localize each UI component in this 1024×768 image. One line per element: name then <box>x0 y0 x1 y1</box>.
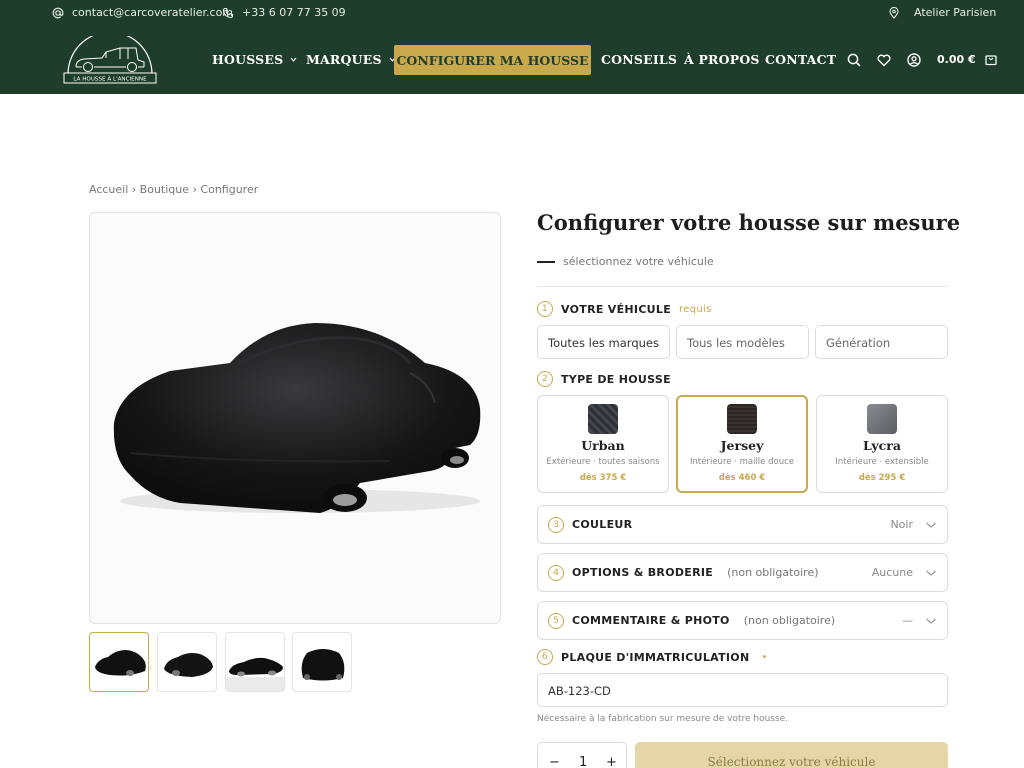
nav-housses[interactable]: HOUSSES <box>212 52 298 67</box>
decrease-button[interactable]: − <box>549 755 560 768</box>
car-thumbnail-image <box>226 657 284 691</box>
plate-hint: Nécessaire à la fabrication sur mesure d… <box>537 714 789 724</box>
selected-value: Noir <box>890 518 913 531</box>
cover-type-desc: Intérieure · maille douce <box>690 457 794 467</box>
nav-marques[interactable]: MARQUES <box>306 52 397 67</box>
cover-type-desc: Intérieure · extensible <box>835 457 929 467</box>
phone-text: +33 6 07 77 35 09 <box>242 6 346 19</box>
cover-type-jersey[interactable]: Jersey Intérieure · maille douce dès 460… <box>676 395 808 493</box>
step-number: 2 <box>537 371 553 387</box>
thumbnail-1[interactable] <box>89 632 149 692</box>
nav-contact[interactable]: CONTACT <box>765 52 836 67</box>
license-plate-input[interactable]: AB-123-CD <box>537 673 948 707</box>
cover-type-lycra[interactable]: Lycra Intérieure · extensible dès 295 € <box>816 395 948 493</box>
model-select[interactable]: Tous les modèles <box>676 325 809 359</box>
nav-apropos[interactable]: À PROPOS <box>684 52 760 67</box>
nav-marques-label: MARQUES <box>306 52 382 67</box>
user-icon[interactable] <box>906 52 922 68</box>
step-plate-heading: 6 PLAQUE D'IMMATRICULATION • <box>537 649 768 665</box>
cover-type-price: dès 295 € <box>858 473 906 483</box>
brand-select[interactable]: Toutes les marques <box>537 325 670 359</box>
location-text: Atelier Parisien <box>914 6 997 19</box>
thumbnail-2[interactable] <box>157 632 217 692</box>
color-accordion[interactable]: 3 COULEUR Noir <box>537 505 948 544</box>
increase-button[interactable]: + <box>606 755 617 768</box>
location[interactable]: Atelier Parisien <box>888 6 996 19</box>
shopping-bag-icon <box>984 55 997 66</box>
subtitle: sélectionnez votre véhicule <box>537 255 714 268</box>
search-icon[interactable] <box>846 52 862 68</box>
step-label: TYPE DE HOUSSE <box>561 372 671 386</box>
car-thumbnail-image <box>95 650 146 676</box>
quantity-value[interactable]: 1 <box>579 755 587 768</box>
add-to-cart-button[interactable]: Sélectionnez votre véhicule <box>635 742 948 768</box>
breadcrumb[interactable]: Accueil › Boutique › Configurer <box>89 183 258 196</box>
configure-cover-button[interactable]: CONFIGURER MA HOUSSE <box>394 45 591 75</box>
lycra-swatch <box>867 404 897 434</box>
chevron-down-icon <box>290 57 297 62</box>
logo-text: LA HOUSSE À L'ANCIENNE <box>73 76 147 83</box>
step-label: COULEUR <box>572 518 633 531</box>
subtitle-text: sélectionnez votre véhicule <box>563 255 714 268</box>
step-label: PLAQUE D'IMMATRICULATION <box>561 650 750 664</box>
cart[interactable]: 0.00 € <box>937 52 998 66</box>
car-thumbnail-image <box>164 653 213 677</box>
quantity-stepper: − 1 + <box>537 742 627 768</box>
step-vehicle-heading: 1 VOTRE VÉHICULE requis <box>537 301 712 317</box>
jersey-swatch <box>727 404 757 434</box>
divider <box>537 286 948 287</box>
cover-type-desc: Extérieure · toutes saisons <box>546 457 660 467</box>
required-label: requis <box>679 303 712 315</box>
thumbnail-4[interactable] <box>292 632 352 692</box>
step-type-heading: 2 TYPE DE HOUSSE <box>537 371 671 387</box>
page-title: Configurer votre housse sur mesure <box>537 210 961 235</box>
map-pin-icon <box>889 6 899 19</box>
cover-type-name: Lycra <box>863 438 901 453</box>
step-label: OPTIONS & BRODERIE <box>572 566 714 579</box>
required-mark: • <box>761 651 768 663</box>
chevron-down-icon <box>926 570 936 576</box>
urban-swatch <box>588 404 618 434</box>
step-number: 3 <box>548 516 564 533</box>
subtitle-dash <box>537 260 555 263</box>
options-accordion[interactable]: 4 OPTIONS & BRODERIE (non obligatoire) A… <box>537 553 948 592</box>
cover-type-name: Jersey <box>720 438 764 453</box>
header: LA HOUSSE À L'ANCIENNE HOUSSES MARQUES C… <box>0 26 1024 94</box>
car-thumbnail-image <box>301 649 345 681</box>
comment-accordion[interactable]: 5 COMMENTAIRE & PHOTO (non obligatoire) … <box>537 601 948 640</box>
optional-label: (non obligatoire) <box>727 566 819 579</box>
top-bar: contact@carcoveratelier.com +33 6 07 77 … <box>0 0 1024 26</box>
nav-conseils[interactable]: CONSEILS <box>601 52 677 67</box>
step-number: 4 <box>548 564 564 581</box>
step-number: 6 <box>537 649 553 665</box>
step-label: COMMENTAIRE & PHOTO <box>572 614 730 627</box>
chevron-down-icon <box>926 522 936 528</box>
at-icon <box>52 7 64 18</box>
optional-label: (non obligatoire) <box>743 614 836 627</box>
step-number: 5 <box>548 612 564 629</box>
step-label: VOTRE VÉHICULE <box>561 302 672 316</box>
product-main-image[interactable] <box>89 212 501 624</box>
add-to-cart-label: Sélectionnez votre véhicule <box>707 755 876 768</box>
generation-select[interactable]: Génération <box>815 325 948 359</box>
contact-phone[interactable]: +33 6 07 77 35 09 <box>222 6 346 19</box>
cover-type-price: dès 375 € <box>579 473 627 483</box>
email-text: contact@carcoveratelier.com <box>72 6 234 19</box>
selected-value: Aucune <box>871 566 913 579</box>
selected-value: — <box>902 614 913 627</box>
main-nav: HOUSSES MARQUES CONFIGURER MA HOUSSE CON… <box>0 45 1024 75</box>
heart-icon[interactable] <box>876 52 892 68</box>
chevron-down-icon <box>926 618 936 624</box>
car-cover-image <box>113 323 481 513</box>
cover-type-urban[interactable]: Urban Extérieure · toutes saisons dès 37… <box>537 395 669 493</box>
cover-type-name: Urban <box>581 438 625 453</box>
step-number: 1 <box>537 301 553 317</box>
thumbnail-3[interactable] <box>225 632 285 692</box>
cart-total: 0.00 € <box>937 52 976 66</box>
cover-type-price: dès 460 € <box>718 473 766 483</box>
contact-email[interactable]: contact@carcoveratelier.com <box>52 6 233 19</box>
nav-housses-label: HOUSSES <box>212 52 284 67</box>
phone-icon <box>222 7 234 18</box>
